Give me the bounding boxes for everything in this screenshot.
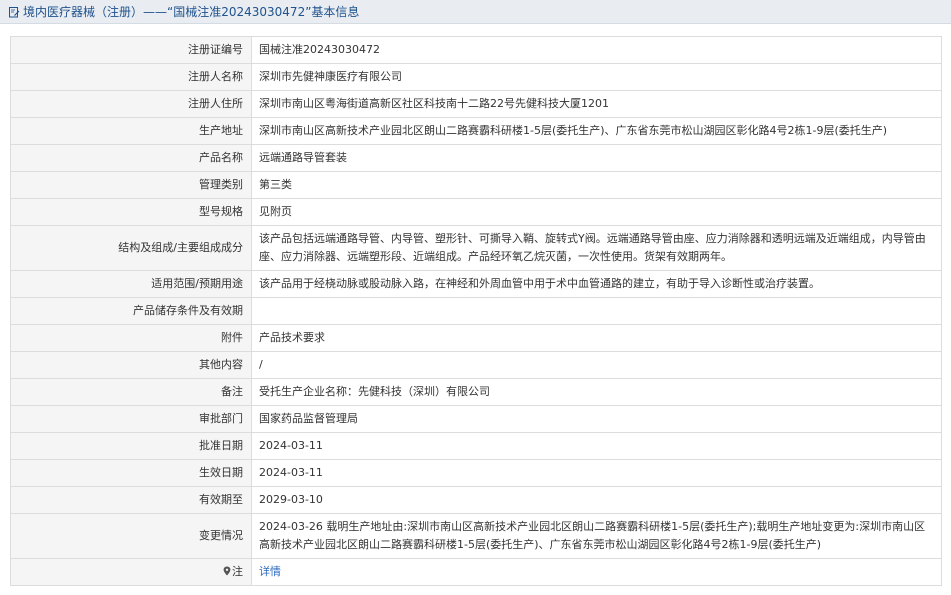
row-value: 国械注准20243030472 (251, 36, 942, 64)
row-value: 该产品包括远端通路导管、内导管、塑形针、可撕导入鞘、旋转式Y阀。远端通路导管由座… (251, 225, 942, 271)
row-label: 批准日期 (10, 432, 252, 460)
row-label: 附件 (10, 324, 252, 352)
document-edit-icon (8, 6, 20, 18)
row-value: 2024-03-11 (251, 432, 942, 460)
row-value: 国家药品监督管理局 (251, 405, 942, 433)
table-row: 批准日期 2024-03-11 (10, 432, 942, 460)
row-value: 深圳市先健神康医疗有限公司 (251, 63, 942, 91)
table-row: 注册人住所 深圳市南山区粤海街道高新区社区科技南十二路22号先健科技大厦1201 (10, 90, 942, 118)
table-row: 备注 受托生产企业名称：先健科技（深圳）有限公司 (10, 378, 942, 406)
row-value: 第三类 (251, 171, 942, 199)
details-link[interactable]: 详情 (259, 565, 281, 578)
row-value: 2024-03-26 载明生产地址由:深圳市南山区高新技术产业园北区朗山二路赛霸… (251, 513, 942, 559)
info-table: 注册证编号 国械注准20243030472 注册人名称 深圳市先健神康医疗有限公司 注册… (10, 36, 942, 586)
table-row: 其他内容 / (10, 351, 942, 379)
row-value: 深圳市南山区高新技术产业园北区朗山二路赛霸科研楼1-5层(委托生产)、广东省东莞… (251, 117, 942, 145)
note-value-cell: 详情 (251, 558, 942, 586)
table-row: 注册人名称 深圳市先健神康医疗有限公司 (10, 63, 942, 91)
row-label: 产品名称 (10, 144, 252, 172)
row-label: 生产地址 (10, 117, 252, 145)
table-row: 变更情况 2024-03-26 载明生产地址由:深圳市南山区高新技术产业园北区朗山… (10, 513, 942, 559)
row-label: 变更情况 (10, 513, 252, 559)
row-value: / (251, 351, 942, 379)
page-header: 境内医疗器械（注册）——“国械注准20243030472”基本信息 (0, 0, 951, 24)
row-label: 产品储存条件及有效期 (10, 297, 252, 325)
row-label: 注册人名称 (10, 63, 252, 91)
row-value: 受托生产企业名称：先健科技（深圳）有限公司 (251, 378, 942, 406)
row-value (251, 297, 942, 325)
row-label: 其他内容 (10, 351, 252, 379)
table-row: 附件 产品技术要求 (10, 324, 942, 352)
row-value: 2024-03-11 (251, 459, 942, 487)
row-label: 注册人住所 (10, 90, 252, 118)
note-label: 注 (232, 565, 243, 578)
row-value: 该产品用于经桡动脉或股动脉入路，在神经和外周血管中用于术中血管通路的建立，有助于… (251, 270, 942, 298)
table-row: 产品名称 远端通路导管套装 (10, 144, 942, 172)
location-pin-icon (223, 564, 231, 576)
note-row: 注 详情 (10, 558, 942, 586)
info-table-body: 注册证编号 国械注准20243030472 注册人名称 深圳市先健神康医疗有限公司 注册… (10, 36, 942, 586)
row-label: 结构及组成/主要组成成分 (10, 225, 252, 271)
table-row: 注册证编号 国械注准20243030472 (10, 36, 942, 64)
row-label: 型号规格 (10, 198, 252, 226)
row-value: 产品技术要求 (251, 324, 942, 352)
row-value: 远端通路导管套装 (251, 144, 942, 172)
row-value: 2029-03-10 (251, 486, 942, 514)
table-row: 型号规格 见附页 (10, 198, 942, 226)
row-label: 适用范围/预期用途 (10, 270, 252, 298)
table-row: 结构及组成/主要组成成分 该产品包括远端通路导管、内导管、塑形针、可撕导入鞘、旋转… (10, 225, 942, 271)
page-title: 境内医疗器械（注册）——“国械注准20243030472”基本信息 (23, 5, 360, 19)
note-label-cell: 注 (10, 558, 252, 586)
table-row: 审批部门 国家药品监督管理局 (10, 405, 942, 433)
table-row: 产品储存条件及有效期 (10, 297, 942, 325)
table-row: 生效日期 2024-03-11 (10, 459, 942, 487)
table-row: 管理类别 第三类 (10, 171, 942, 199)
row-value: 见附页 (251, 198, 942, 226)
row-label: 审批部门 (10, 405, 252, 433)
table-row: 适用范围/预期用途 该产品用于经桡动脉或股动脉入路，在神经和外周血管中用于术中血管… (10, 270, 942, 298)
row-label: 管理类别 (10, 171, 252, 199)
row-value: 深圳市南山区粤海街道高新区社区科技南十二路22号先健科技大厦1201 (251, 90, 942, 118)
row-label: 有效期至 (10, 486, 252, 514)
table-row: 有效期至 2029-03-10 (10, 486, 942, 514)
row-label: 生效日期 (10, 459, 252, 487)
row-label: 备注 (10, 378, 252, 406)
table-row: 生产地址 深圳市南山区高新技术产业园北区朗山二路赛霸科研楼1-5层(委托生产)、广… (10, 117, 942, 145)
row-label: 注册证编号 (10, 36, 252, 64)
